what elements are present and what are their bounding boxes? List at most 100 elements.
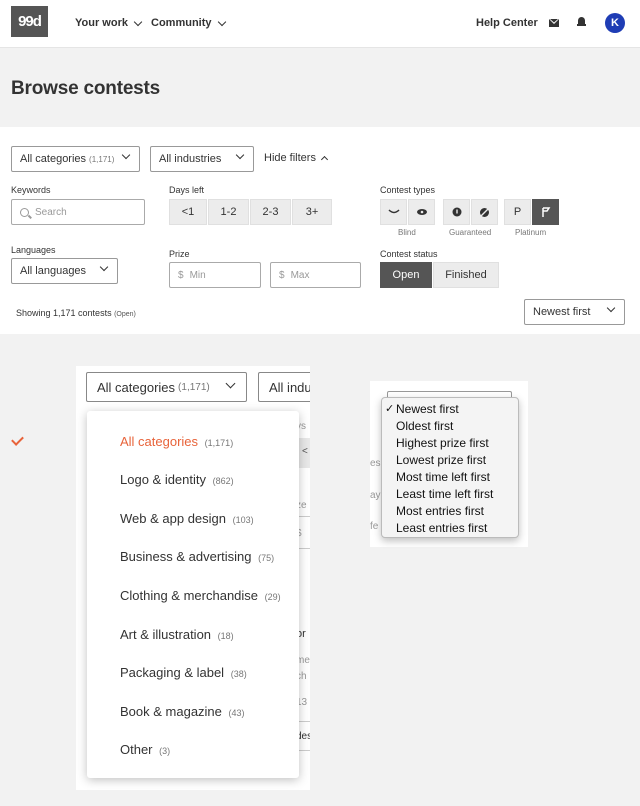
sort-select-label: Newest first	[533, 306, 591, 318]
ghost-text: ay	[370, 490, 381, 501]
sort-option-highest-prize[interactable]: Highest prize first	[396, 436, 489, 450]
platinum-flag-button[interactable]	[532, 199, 559, 225]
status-finished-button[interactable]: Finished	[433, 262, 499, 288]
languages-select[interactable]: All languages	[11, 258, 118, 284]
prize-max-input[interactable]: $ Max	[270, 262, 361, 288]
hide-filters-label: Hide filters	[264, 152, 316, 164]
guaranteed-off-icon	[479, 207, 490, 217]
ghost-text: es	[370, 458, 381, 469]
days-left-option-less-1[interactable]: <1	[169, 199, 207, 225]
languages-label: Languages	[11, 245, 56, 255]
prize-min-input[interactable]: $ Min	[169, 262, 261, 288]
category-option-count: (103)	[232, 515, 254, 525]
search-input[interactable]: Search	[11, 199, 145, 225]
sort-option-lowest-prize[interactable]: Lowest prize first	[396, 453, 486, 467]
bell-icon[interactable]	[577, 17, 586, 27]
currency-symbol: $	[178, 269, 184, 281]
industry-select[interactable]: All industries	[150, 146, 254, 172]
sort-option-least-entries[interactable]: Least entries first	[396, 521, 487, 535]
category-option-label: Book & magazine	[120, 704, 222, 719]
category-option-label: Business & advertising	[120, 549, 252, 564]
blind-type-button[interactable]	[380, 199, 407, 225]
platinum-type-button[interactable]: P	[504, 199, 531, 225]
category-count: (1,171)	[89, 154, 115, 164]
category-option-business[interactable]: Business & advertising (75)	[120, 549, 274, 564]
industry-select-label: All industries	[159, 153, 222, 165]
category-option-label: Packaging & label	[120, 665, 225, 680]
category-option-label: Other	[120, 742, 153, 757]
search-placeholder: Search	[35, 206, 67, 218]
category-option-count: (18)	[217, 631, 234, 641]
languages-select-label: All languages	[20, 265, 87, 277]
status-open-button[interactable]: Open	[380, 262, 432, 288]
category-option-count: (43)	[228, 708, 245, 718]
sort-option-newest[interactable]: Newest first	[396, 402, 459, 416]
category-option-clothing[interactable]: Clothing & merchandise (29)	[120, 588, 281, 603]
category-option-art[interactable]: Art & illustration (18)	[120, 627, 234, 642]
category-option-all[interactable]: All categories (1,171)	[120, 434, 233, 449]
zoom-industry-label: All indu	[269, 379, 310, 395]
results-count-text: Showing 1,171 contests	[16, 308, 112, 318]
nav-community-label: Community	[151, 17, 212, 29]
sort-option-least-time[interactable]: Least time left first	[396, 487, 493, 501]
results-state: (Open)	[114, 311, 136, 318]
category-option-logo[interactable]: Logo & identity (862)	[120, 472, 234, 487]
category-option-count: (29)	[264, 592, 281, 602]
category-option-label: Web & app design	[120, 511, 226, 526]
hide-filters-toggle[interactable]: Hide filters	[264, 152, 329, 165]
page-title: Browse contests	[11, 78, 161, 99]
chevron-up-icon	[320, 155, 329, 164]
chevron-down-icon	[133, 17, 143, 26]
days-left-label: Days left	[169, 185, 205, 195]
zoom-industry-select[interactable]: All indu	[258, 372, 310, 402]
not-guaranteed-type-button[interactable]	[471, 199, 498, 225]
category-option-label: Clothing & merchandise	[120, 588, 259, 603]
category-option-count: (3)	[159, 746, 171, 756]
check-icon	[11, 433, 24, 446]
guaranteed-type-button[interactable]	[443, 199, 470, 225]
chevron-down-icon	[606, 303, 616, 313]
contest-types-label: Contest types	[380, 185, 436, 195]
chevron-down-icon	[217, 17, 226, 26]
sort-option-oldest[interactable]: Oldest first	[396, 419, 453, 433]
results-count: Showing 1,171 contests (Open)	[16, 308, 136, 318]
category-select[interactable]: All categories (1,171)	[11, 146, 140, 172]
help-center-link[interactable]: Help Center	[476, 17, 538, 29]
eye-icon	[416, 209, 427, 215]
chevron-down-icon	[99, 262, 109, 272]
days-left-option-3-plus[interactable]: 3+	[292, 199, 332, 225]
nav-community[interactable]: Community	[151, 17, 226, 29]
blind-caption: Blind	[398, 228, 416, 237]
prize-max-placeholder: Max	[290, 269, 310, 281]
category-option-book[interactable]: Book & magazine (43)	[120, 704, 245, 719]
flag-icon	[541, 206, 550, 217]
top-navigation-bar: 99d Your work Community Help Center K	[0, 0, 640, 48]
avatar[interactable]: K	[605, 13, 625, 33]
category-option-label: All categories	[120, 434, 199, 449]
ghost-text: fe	[370, 521, 379, 532]
prize-min-placeholder: Min	[189, 269, 206, 281]
blind-visible-button[interactable]	[408, 199, 435, 225]
99designs-logo[interactable]: 99d	[11, 6, 48, 37]
category-option-packaging[interactable]: Packaging & label (38)	[120, 665, 247, 680]
category-option-label: Art & illustration	[120, 627, 212, 642]
sort-option-most-entries[interactable]: Most entries first	[396, 504, 484, 518]
nav-your-work[interactable]: Your work	[75, 17, 143, 29]
days-left-option-1-2[interactable]: 1-2	[208, 199, 249, 225]
prize-label: Prize	[169, 249, 190, 259]
guaranteed-icon	[452, 207, 461, 217]
category-option-other[interactable]: Other (3)	[120, 742, 170, 757]
days-left-option-2-3[interactable]: 2-3	[250, 199, 291, 225]
category-select-label: All categories	[20, 153, 87, 165]
ghost-text: <	[302, 446, 308, 457]
mail-icon[interactable]	[549, 19, 559, 27]
contest-status-label: Contest status	[380, 249, 438, 259]
category-option-web[interactable]: Web & app design (103)	[120, 511, 254, 526]
chevron-down-icon	[235, 150, 245, 160]
zoom-category-select[interactable]: All categories (1,171)	[86, 372, 247, 402]
zoom-category-count: (1,171)	[178, 381, 210, 393]
sort-option-most-time[interactable]: Most time left first	[396, 470, 490, 484]
sort-select[interactable]: Newest first	[524, 299, 625, 325]
currency-symbol: $	[279, 269, 285, 281]
guaranteed-caption: Guaranteed	[449, 228, 492, 237]
